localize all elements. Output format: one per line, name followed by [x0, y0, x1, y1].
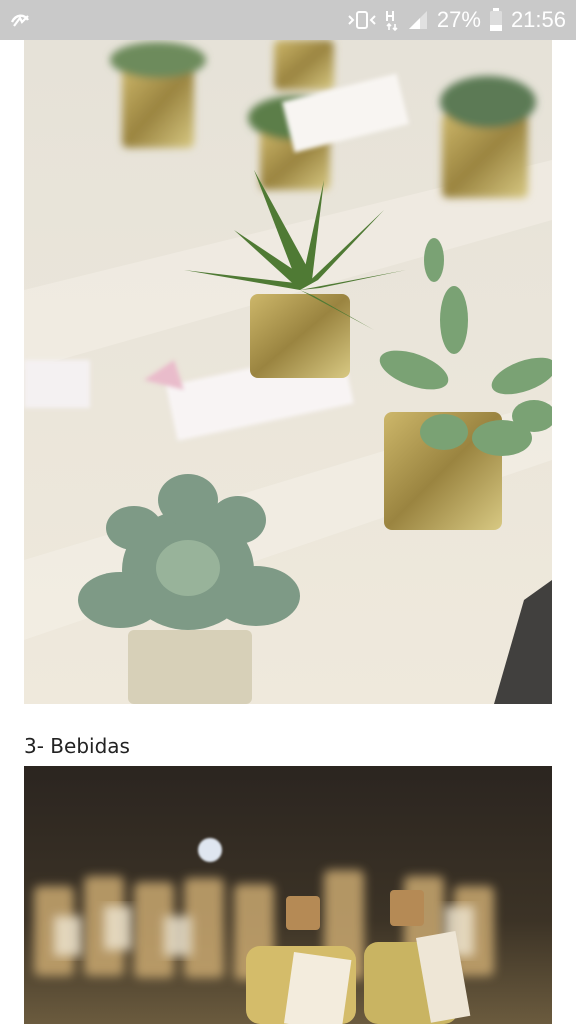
succulent-favors-photo[interactable]: [24, 40, 552, 704]
signal-icon: [407, 9, 429, 31]
battery-icon: [489, 8, 503, 32]
vibrate-icon: [347, 10, 377, 30]
bottle-favors-photo[interactable]: [24, 766, 552, 1024]
network-h-icon: [385, 9, 399, 31]
battery-percent: 27%: [436, 7, 481, 32]
section-heading: 3- Bebidas: [24, 734, 130, 758]
usb-debug-icon: [10, 10, 32, 30]
article-content: 3- Bebidas: [0, 40, 576, 1024]
clock-time: 21:56: [510, 7, 566, 32]
status-bar: 27% 21:56: [0, 0, 576, 40]
